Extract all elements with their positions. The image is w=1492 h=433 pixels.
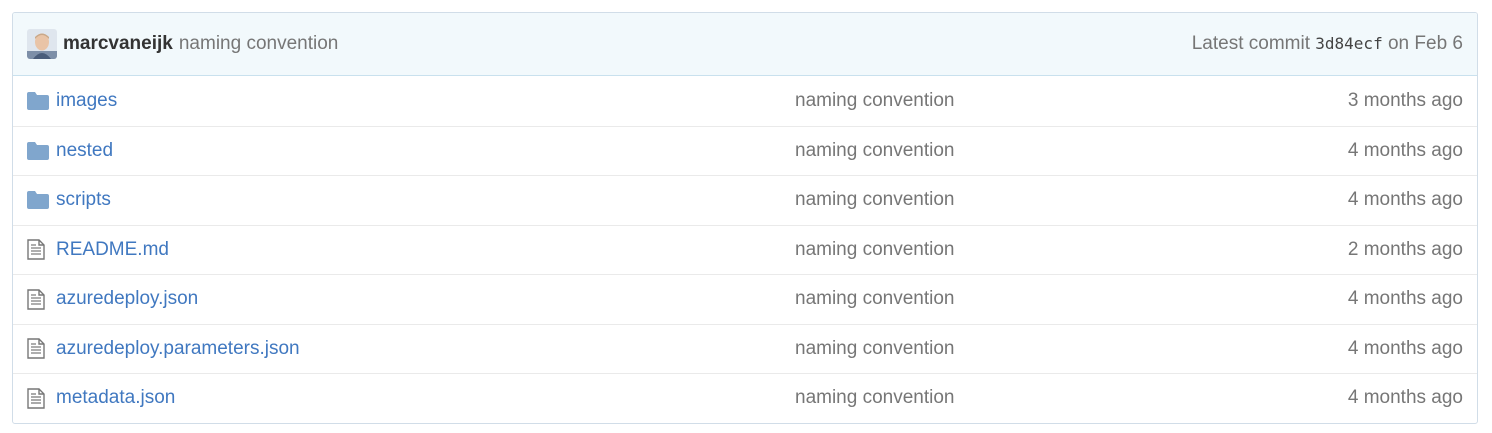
commit-on-label: on: [1387, 33, 1410, 54]
file-name-link[interactable]: nested: [56, 140, 113, 161]
file-age: 2 months ago: [1347, 238, 1463, 260]
file-name-link[interactable]: scripts: [56, 189, 111, 210]
file-row: azuredeploy.parameters.json naming conve…: [13, 323, 1477, 374]
file-text-icon: [13, 239, 56, 260]
file-commit-message[interactable]: naming convention: [795, 189, 1348, 211]
file-commit-message[interactable]: naming convention: [795, 387, 1348, 409]
folder-icon: [13, 141, 56, 160]
file-row: images naming convention 3 months ago: [13, 76, 1477, 126]
file-row: azuredeploy.json naming convention 4 mon…: [13, 274, 1477, 324]
file-text-icon: [13, 338, 56, 359]
commit-author-link[interactable]: marcvaneijk: [63, 33, 173, 55]
file-navigation-table: marcvaneijk naming convention Latest com…: [12, 12, 1478, 424]
latest-commit-bar: marcvaneijk naming convention Latest com…: [13, 13, 1477, 76]
latest-commit-info: Latest commit 3d84ecf on Feb 6: [1192, 33, 1463, 55]
file-age: 4 months ago: [1347, 288, 1463, 310]
file-name-link[interactable]: README.md: [56, 239, 169, 260]
file-row: scripts naming convention 4 months ago: [13, 175, 1477, 225]
file-commit-message[interactable]: naming convention: [795, 90, 1348, 112]
file-age: 4 months ago: [1347, 189, 1463, 211]
file-list: images naming convention 3 months ago ne…: [13, 76, 1477, 423]
file-row: README.md naming convention 2 months ago: [13, 224, 1477, 275]
folder-icon: [13, 191, 56, 210]
commit-message-link[interactable]: naming convention: [179, 33, 339, 55]
file-commit-message[interactable]: naming convention: [795, 239, 1348, 261]
file-age: 4 months ago: [1347, 387, 1463, 409]
file-name-link[interactable]: images: [56, 90, 117, 111]
commit-sha-link[interactable]: 3d84ecf: [1315, 34, 1382, 53]
latest-commit-label: Latest commit: [1191, 33, 1310, 54]
file-age: 4 months ago: [1347, 337, 1463, 359]
file-commit-message[interactable]: naming convention: [795, 288, 1348, 310]
file-text-icon: [13, 388, 56, 409]
file-name-link[interactable]: azuredeploy.parameters.json: [56, 338, 300, 359]
author-avatar[interactable]: [27, 29, 57, 59]
file-row: metadata.json naming convention 4 months…: [13, 373, 1477, 423]
commit-date: Feb 6: [1414, 33, 1463, 54]
file-row: nested naming convention 4 months ago: [13, 125, 1477, 176]
file-name-link[interactable]: azuredeploy.json: [56, 288, 198, 309]
folder-icon: [13, 91, 56, 110]
file-text-icon: [13, 289, 56, 310]
file-age: 3 months ago: [1347, 89, 1463, 111]
file-commit-message[interactable]: naming convention: [795, 338, 1348, 360]
file-age: 4 months ago: [1347, 139, 1463, 161]
file-name-link[interactable]: metadata.json: [56, 387, 175, 408]
file-commit-message[interactable]: naming convention: [795, 140, 1348, 162]
